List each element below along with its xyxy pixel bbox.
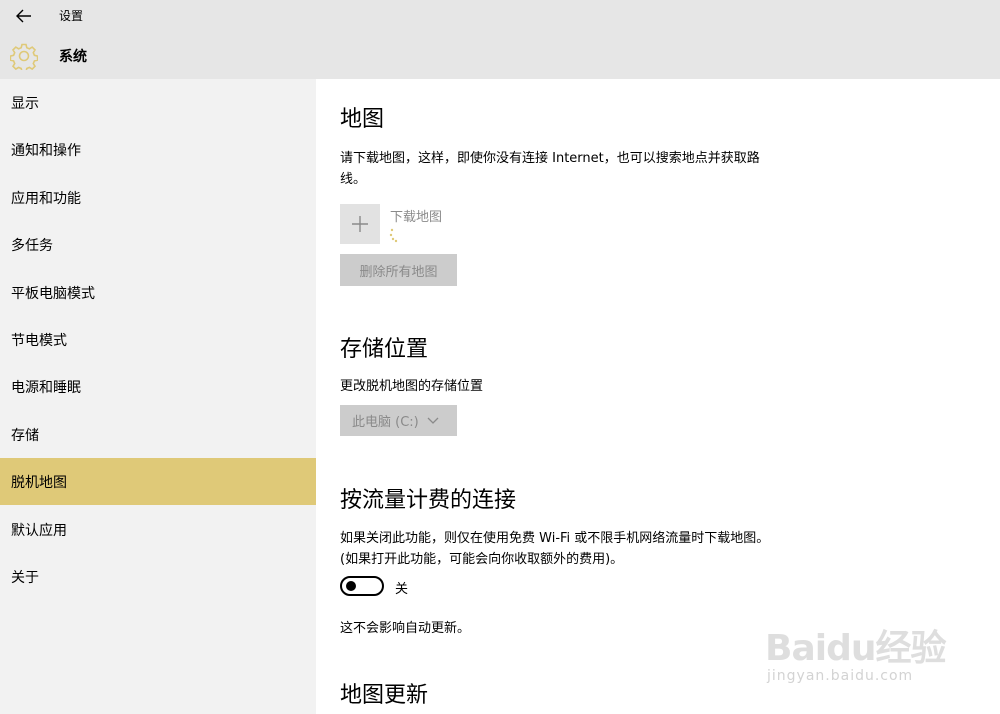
sidebar-item-about[interactable]: 关于 bbox=[0, 553, 316, 600]
loading-spinner-icon bbox=[389, 228, 398, 243]
metered-description: 如果关闭此功能，则仅在使用免费 Wi-Fi 或不限手机网络流量时下载地图。(如果… bbox=[340, 531, 770, 567]
storage-location-value: 此电脑 (C:) bbox=[352, 415, 419, 430]
metered-toggle[interactable] bbox=[340, 576, 384, 596]
sidebar-item-storage[interactable]: 存储 bbox=[0, 411, 316, 458]
sidebar: 显示 通知和操作 应用和功能 多任务 平板电脑模式 节电模式 电源和睡眠 存储 … bbox=[0, 79, 316, 714]
back-button[interactable] bbox=[8, 4, 40, 28]
download-maps-button[interactable] bbox=[340, 204, 380, 244]
metered-toggle-state: 关 bbox=[395, 582, 409, 597]
title-bar: 设置 系统 bbox=[0, 0, 1000, 79]
download-maps-label: 下载地图 bbox=[390, 210, 443, 225]
maps-description: 请下载地图，这样，即使你没有连接 Internet，也可以搜索地点并获取路线。 bbox=[340, 151, 760, 187]
delete-all-maps-button[interactable]: 删除所有地图 bbox=[340, 254, 457, 286]
baidu-watermark: Baidu经验 jingyan.baidu.com bbox=[765, 603, 965, 703]
app-title: 设置 bbox=[59, 9, 84, 23]
watermark-url: jingyan.baidu.com bbox=[767, 668, 914, 684]
storage-heading: 存储位置 bbox=[340, 337, 429, 362]
sidebar-item-offline-maps[interactable]: 脱机地图 bbox=[0, 458, 316, 505]
sidebar-item-battery-saver[interactable]: 节电模式 bbox=[0, 316, 316, 363]
metered-note: 这不会影响自动更新。 bbox=[340, 621, 471, 636]
storage-description: 更改脱机地图的存储位置 bbox=[340, 379, 484, 394]
updates-heading: 地图更新 bbox=[340, 683, 429, 708]
sidebar-item-tablet-mode[interactable]: 平板电脑模式 bbox=[0, 269, 316, 316]
metered-heading: 按流量计费的连接 bbox=[340, 488, 517, 513]
sidebar-item-display[interactable]: 显示 bbox=[0, 79, 316, 126]
sidebar-item-multitasking[interactable]: 多任务 bbox=[0, 221, 316, 268]
back-arrow-icon bbox=[16, 9, 31, 23]
watermark-brand: Baidu经验 bbox=[765, 628, 946, 669]
sidebar-item-power-sleep[interactable]: 电源和睡眠 bbox=[0, 363, 316, 410]
sidebar-item-notifications[interactable]: 通知和操作 bbox=[0, 126, 316, 173]
sidebar-item-default-apps[interactable]: 默认应用 bbox=[0, 506, 316, 553]
plus-icon bbox=[352, 216, 368, 232]
sidebar-item-apps[interactable]: 应用和功能 bbox=[0, 174, 316, 221]
chevron-down-icon bbox=[427, 417, 439, 424]
storage-location-dropdown[interactable]: 此电脑 (C:) bbox=[340, 405, 457, 436]
maps-heading: 地图 bbox=[340, 107, 385, 132]
gear-icon bbox=[10, 43, 38, 70]
section-title: 系统 bbox=[59, 49, 87, 65]
toggle-knob bbox=[346, 581, 356, 591]
